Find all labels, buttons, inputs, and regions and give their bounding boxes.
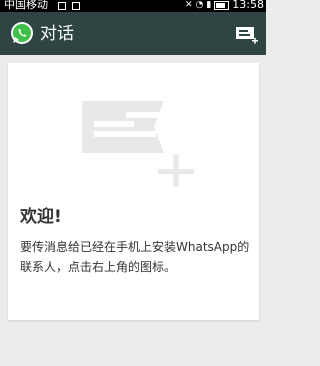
welcome-title: 欢迎! (20, 207, 62, 227)
status-time: 13:58 (232, 0, 264, 11)
new-chat-icon[interactable] (236, 24, 258, 46)
image-notification-icon (58, 2, 66, 10)
carrier-name: 中国移动 (4, 0, 48, 11)
mute-icon: ✕ (184, 0, 193, 10)
status-notification-icons (58, 2, 80, 10)
status-right-icons: ✕ ◔ ▮ 13:58 (185, 0, 264, 11)
battery-icon (214, 0, 230, 10)
whatsapp-logo-icon (11, 22, 33, 44)
app-title: 对话 (40, 24, 74, 44)
app-notification-icon (72, 2, 80, 10)
signal-icon: ▮ (206, 0, 212, 10)
status-bar: 中国移动 ✕ ◔ ▮ 13:58 (0, 0, 266, 12)
wifi-icon: ◔ (195, 0, 204, 10)
new-message-illustration-icon (82, 101, 194, 187)
welcome-card: 欢迎! 要传消息给已经在手机上安装WhatsApp的联系人，点击右上角的图标。 (8, 63, 259, 320)
app-bar: 对话 (0, 12, 266, 55)
welcome-body: 要传消息给已经在手机上安装WhatsApp的联系人，点击右上角的图标。 (20, 240, 250, 274)
